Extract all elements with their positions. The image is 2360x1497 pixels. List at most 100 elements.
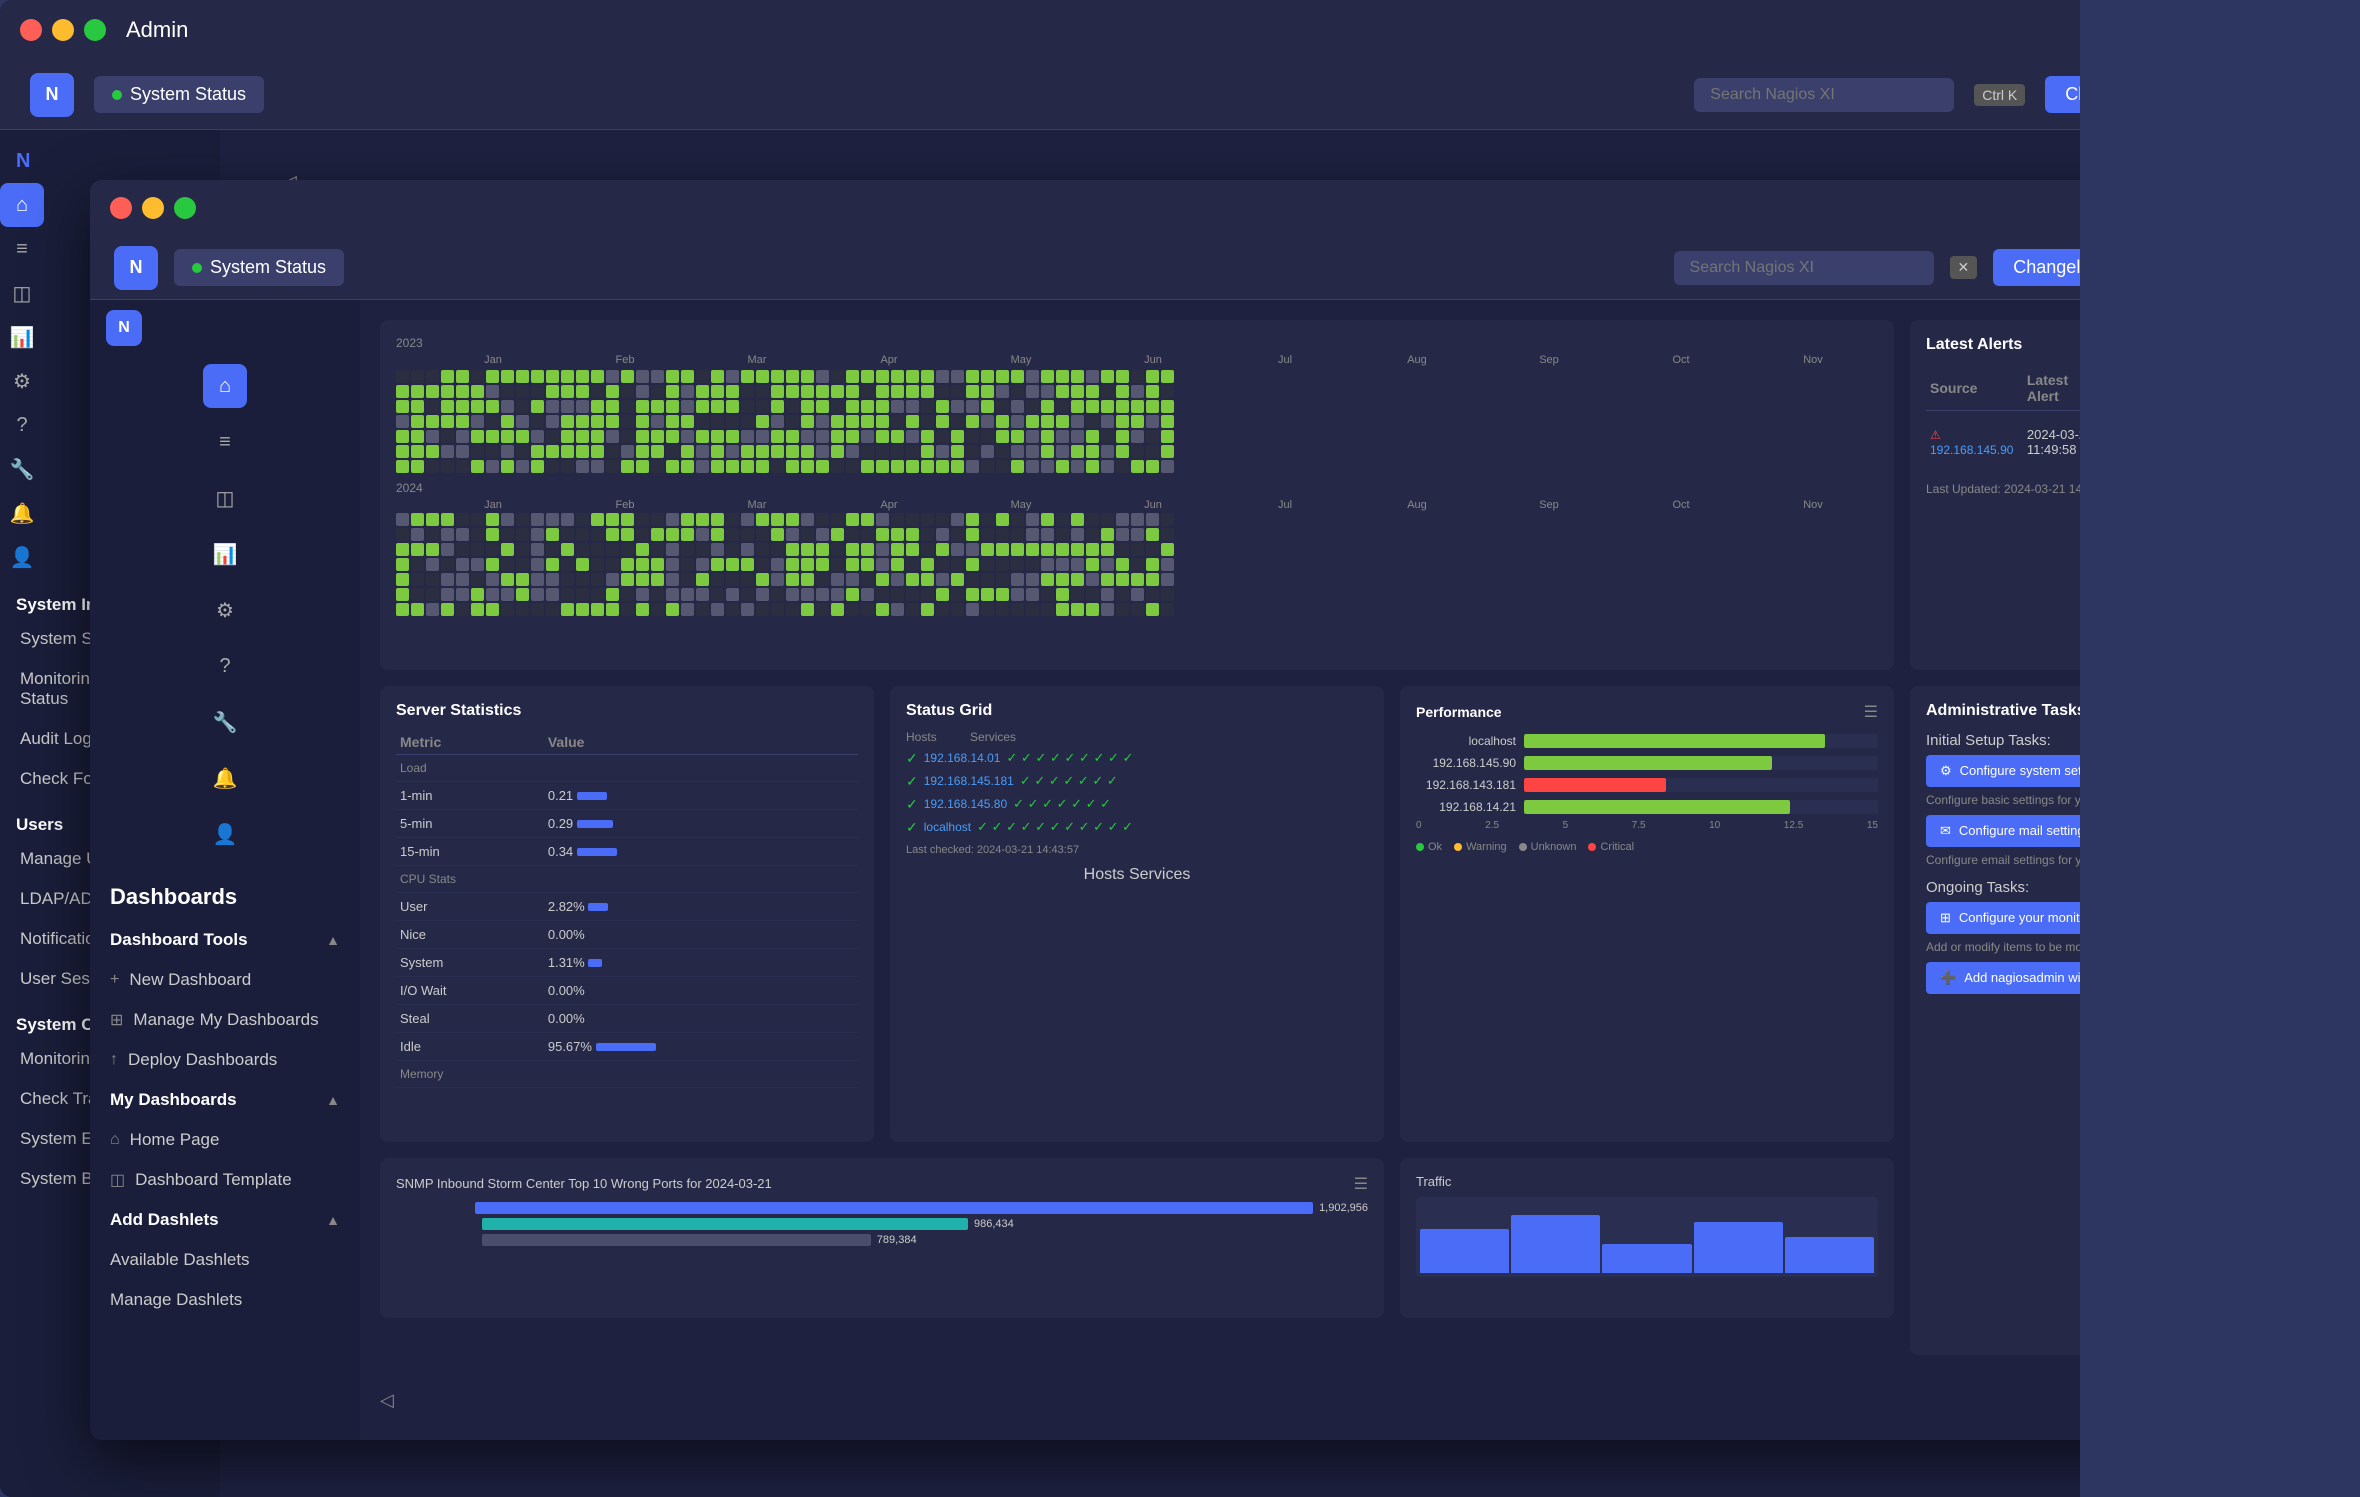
legend-ok-dot [1416, 843, 1424, 851]
add-dashlets-section[interactable]: Add Dashlets ▲ [90, 1200, 360, 1240]
dash-sidebar-notif[interactable]: 🔔 [203, 756, 247, 800]
dash-sidebar-tools[interactable]: 🔧 [203, 700, 247, 744]
hbar-fill-2 [482, 1218, 968, 1230]
overlay-status-dot [192, 263, 202, 273]
sg-host4-name[interactable]: localhost [924, 820, 971, 834]
new-dash-icon: + [110, 971, 119, 989]
month-aug-1: Aug [1352, 354, 1482, 366]
chart-legend: Ok Warning Unknown Critical [1416, 841, 1878, 853]
dash-sidebar-header: Dashboards [90, 864, 360, 920]
manage-dashlets-item[interactable]: Manage Dashlets [90, 1280, 360, 1320]
month-sep-1: Sep [1484, 354, 1614, 366]
overlay-search-input[interactable] [1674, 251, 1934, 285]
sidebar-item-notifications[interactable]: 🔔 [0, 491, 44, 535]
sg-host3-status: ✓ [906, 796, 918, 813]
perf-chart-widget: Performance ☰ localhost 192.168.145.90 [1400, 686, 1894, 1142]
perf-bar-1: 192.168.145.90 [1416, 756, 1878, 770]
bottom-chart-title: SNMP Inbound Storm Center Top 10 Wrong P… [396, 1176, 772, 1191]
bar-label-2: 192.168.143.181 [1416, 778, 1516, 792]
sg-last-checked: Last checked: 2024-03-21 14:43:57 [906, 844, 1368, 856]
x-label-15: 15 [1867, 820, 1878, 831]
dash-sidebar-home[interactable]: ⌂ [203, 364, 247, 408]
alert-source[interactable]: 192.168.145.90 [1930, 443, 2013, 457]
hbar-fill-1 [475, 1202, 1313, 1214]
overlay-close-button[interactable] [110, 197, 132, 219]
minimize-button[interactable] [52, 19, 74, 41]
month-feb-1: Feb [560, 354, 690, 366]
bar-track-2 [1524, 778, 1878, 792]
col-metric: Metric [396, 730, 544, 755]
legend-warning: Warning [1454, 841, 1507, 853]
month-apr-1: Apr [824, 354, 954, 366]
sg-host4-status: ✓ [906, 819, 918, 836]
search-input[interactable] [1694, 78, 1954, 112]
sidebar-item-settings[interactable]: ⚙ [0, 359, 44, 403]
my-dashboards-section[interactable]: My Dashboards ▲ [90, 1080, 360, 1120]
sg-host2-checks: ✓ ✓ ✓ ✓ ✓ ✓ ✓ [1020, 773, 1118, 789]
maximize-button[interactable] [84, 19, 106, 41]
month-jan-2: Jan [428, 499, 558, 511]
template-icon: ◫ [110, 1170, 125, 1190]
dashboard-template-item[interactable]: ◫ Dashboard Template [90, 1160, 360, 1200]
close-button[interactable] [20, 19, 42, 41]
system-status-tab[interactable]: System Status [94, 76, 264, 113]
overlay-title-bar [90, 180, 2290, 236]
sg-host1-name[interactable]: 192.168.14.01 [924, 751, 1001, 765]
main-top-nav: N System Status Ctrl K Changelog ? 👤 ⋮ [0, 60, 2360, 130]
bar-track-1 [1524, 756, 1878, 770]
manage-my-dashboards-item[interactable]: ⊞ Manage My Dashboards [90, 1000, 360, 1040]
hbar-value-2: 986,434 [974, 1218, 1014, 1230]
available-dashlets-item[interactable]: Available Dashlets [90, 1240, 360, 1280]
tc-bar-5 [1785, 1237, 1874, 1273]
tc-bar-2 [1511, 1215, 1600, 1273]
dash-sidebar-views[interactable]: ◫ [203, 476, 247, 520]
stat-row-nice: Nice 0.00% [396, 920, 858, 948]
sg-host1-status: ✓ [906, 750, 918, 767]
dash-back-btn[interactable]: ◁ [380, 1390, 394, 1411]
sidebar-item-tools[interactable]: 🔧 [0, 447, 44, 491]
sidebar-item-views[interactable]: ◫ [0, 271, 44, 315]
dash-sidebar-help[interactable]: ? [203, 644, 247, 688]
server-stats-title: Server Statistics [396, 702, 858, 720]
bottom-chart-widget: SNMP Inbound Storm Center Top 10 Wrong P… [380, 1158, 1384, 1318]
month-may-1: May [956, 354, 1086, 366]
stats-section-cpu: CPU Stats [396, 865, 858, 892]
stat-row-1min: 1-min 0.21 [396, 781, 858, 809]
sidebar-item-reports[interactable]: 📊 [0, 315, 44, 359]
bar-track-localhost [1524, 734, 1878, 748]
home-page-item[interactable]: ⌂ Home Page [90, 1120, 360, 1160]
dash-sidebar-user[interactable]: 👤 [203, 812, 247, 856]
stat-row-5min: 5-min 0.29 [396, 809, 858, 837]
sidebar-item-home[interactable]: ⌂ [0, 183, 44, 227]
legend-critical-dot [1588, 843, 1596, 851]
overlay-maximize-button[interactable] [174, 197, 196, 219]
perf-bar-2: 192.168.143.181 [1416, 778, 1878, 792]
month-oct-2: Oct [1616, 499, 1746, 511]
stat-row-idle: Idle 95.67% [396, 1032, 858, 1060]
overlay-minimize-button[interactable] [142, 197, 164, 219]
col-source: Source [1926, 366, 2023, 411]
dash-sidebar-settings[interactable]: ⚙ [203, 588, 247, 632]
bottom-chart-menu[interactable]: ☰ [1354, 1174, 1368, 1194]
sg-host3-name[interactable]: 192.168.145.80 [924, 797, 1007, 811]
dashboard-tools-section[interactable]: Dashboard Tools ▲ [90, 920, 360, 960]
perf-menu-icon[interactable]: ☰ [1864, 702, 1878, 722]
month-jul-1: Jul [1220, 354, 1350, 366]
sg-host2-name[interactable]: 192.168.145.181 [924, 774, 1014, 788]
sidebar-item-help[interactable]: ? [0, 403, 44, 447]
sidebar-item-menu[interactable]: ≡ [0, 227, 44, 271]
overlay-status-tab[interactable]: System Status [174, 249, 344, 286]
metric-1min: 1-min [396, 781, 544, 809]
deploy-dashboards-item[interactable]: ↑ Deploy Dashboards [90, 1040, 360, 1080]
hbar-fill-3 [482, 1234, 871, 1246]
heatmap-year2-label: 2024 [396, 481, 1878, 495]
x-label-12.5: 12.5 [1784, 820, 1803, 831]
bar-fill-2 [1524, 778, 1666, 792]
overlay-kbd: ✕ [1950, 256, 1978, 279]
month-apr-2: Apr [824, 499, 954, 511]
dash-sidebar-menu[interactable]: ≡ [203, 420, 247, 464]
sidebar-item-profile[interactable]: 👤 [0, 535, 44, 579]
new-dashboard-item[interactable]: + New Dashboard [90, 960, 360, 1000]
dash-sidebar-reports[interactable]: 📊 [203, 532, 247, 576]
month-sep-2: Sep [1484, 499, 1614, 511]
